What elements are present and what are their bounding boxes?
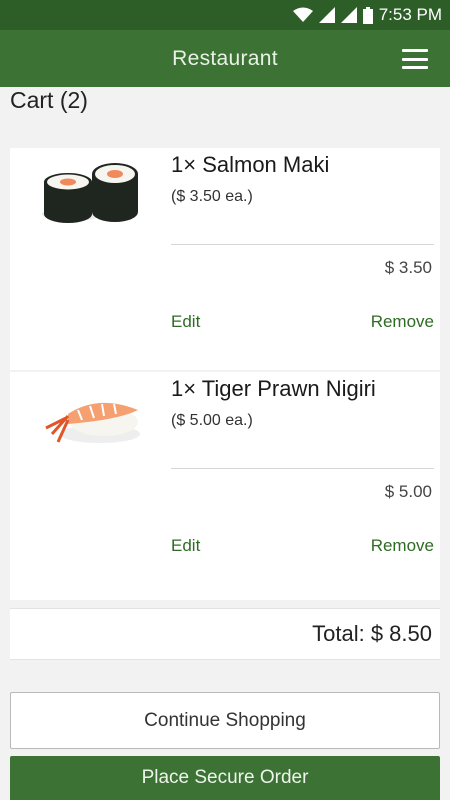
tiger-prawn-nigiri-image	[28, 380, 158, 460]
edit-button[interactable]: Edit	[171, 312, 200, 332]
item-subtotal: $ 3.50	[384, 258, 432, 277]
place-order-button[interactable]: Place Secure Order	[10, 756, 440, 800]
item-divider	[171, 244, 434, 245]
cell-signal-2-icon	[340, 7, 357, 23]
status-bar: 7:53 PM	[0, 0, 450, 30]
cell-signal-icon	[318, 7, 335, 23]
wifi-icon	[292, 7, 313, 22]
salmon-maki-image	[28, 156, 158, 236]
remove-button[interactable]: Remove	[371, 312, 434, 332]
item-divider	[171, 468, 434, 469]
continue-shopping-button[interactable]: Continue Shopping	[10, 692, 440, 749]
app-title: Restaurant	[172, 46, 278, 70]
item-subtotal: $ 5.00	[384, 482, 432, 501]
item-unit-price: ($ 3.50 ea.)	[171, 188, 253, 205]
item-unit-price: ($ 5.00 ea.)	[171, 412, 253, 429]
item-name: 1× Tiger Prawn Nigiri	[171, 376, 376, 401]
status-time: 7:53 PM	[378, 5, 442, 24]
cart-item: 1× Salmon Maki ($ 3.50 ea.) $ 3.50 Edit …	[10, 148, 440, 370]
cart-total: Total: $ 8.50	[10, 608, 440, 660]
cart-item: 1× Tiger Prawn Nigiri ($ 5.00 ea.) $ 5.0…	[10, 372, 440, 600]
battery-icon	[362, 6, 373, 24]
edit-button[interactable]: Edit	[171, 536, 200, 556]
app-bar: Restaurant	[0, 30, 450, 87]
cart-heading: Cart (2)	[10, 87, 88, 113]
total-text: Total: $ 8.50	[312, 621, 432, 646]
menu-icon[interactable]	[402, 49, 428, 69]
item-name: 1× Salmon Maki	[171, 152, 330, 177]
remove-button[interactable]: Remove	[371, 536, 434, 556]
